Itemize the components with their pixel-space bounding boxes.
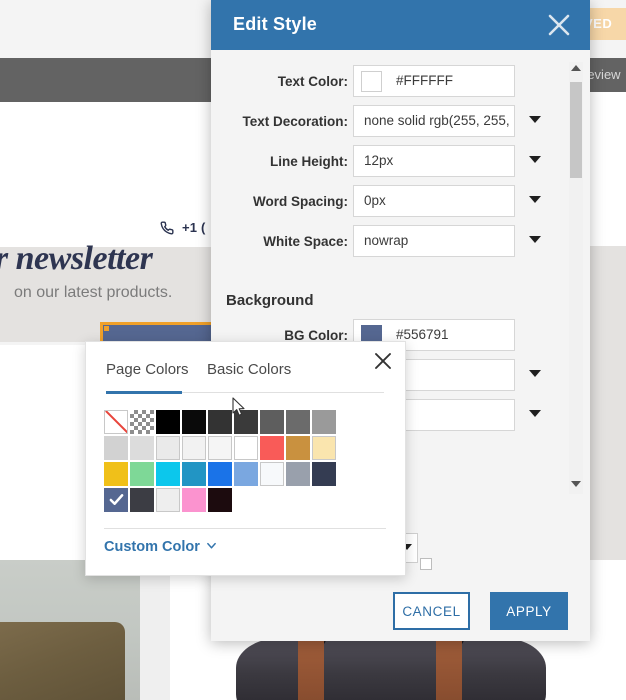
peek-checkbox[interactable] [420, 558, 432, 570]
chevron-down-icon [206, 539, 217, 555]
field-row-word-spacing: Word Spacing: 0px [211, 185, 590, 225]
custom-color-link[interactable]: Custom Color [104, 539, 217, 555]
chevron-down-icon[interactable] [529, 116, 541, 123]
swatch-white[interactable] [234, 436, 258, 460]
swatch-blue[interactable] [208, 462, 232, 486]
selection-handle[interactable] [104, 326, 109, 331]
dialog-scroll-thumb[interactable] [570, 82, 582, 178]
screen-root: +1 ( our newsletter on our latest produc… [0, 0, 626, 700]
chevron-down-icon[interactable] [529, 370, 541, 377]
dialog-scrollbar[interactable] [569, 62, 583, 494]
swatch-off-white[interactable] [260, 462, 284, 486]
swatch-light-blue[interactable] [234, 462, 258, 486]
field-value: 12px [364, 153, 394, 168]
field-value: 0px [364, 193, 386, 208]
swatch-green[interactable] [130, 462, 154, 486]
swatch-red[interactable] [260, 436, 284, 460]
scroll-down-icon[interactable] [571, 481, 581, 491]
chevron-down-icon[interactable] [529, 156, 541, 163]
swatch-slate-grey[interactable] [286, 462, 310, 486]
swatch-row [104, 410, 336, 434]
field-label: Text Color: [277, 74, 348, 89]
text-color-input[interactable]: #FFFFFF [353, 65, 515, 97]
product-photo-gap [140, 560, 170, 700]
close-icon[interactable] [546, 12, 572, 38]
swatch-dark-grey[interactable] [208, 410, 232, 434]
dialog-title: Edit Style [233, 14, 318, 34]
tab-page-colors[interactable]: Page Colors [106, 361, 189, 378]
field-label: Text Decoration: [242, 114, 348, 129]
word-spacing-select[interactable]: 0px [353, 185, 515, 217]
swatch-cream[interactable] [312, 436, 336, 460]
field-row-text-color: Text Color: #FFFFFF [211, 65, 590, 105]
swatch-teal-blue[interactable] [182, 462, 206, 486]
field-label: Line Height: [270, 154, 348, 169]
picker-divider [104, 528, 386, 529]
newsletter-heading: our newsletter [0, 240, 153, 277]
swatch-grid [104, 410, 336, 514]
swatch-charcoal[interactable] [130, 488, 154, 512]
field-value: none solid rgb(255, 255, [364, 113, 510, 128]
swatch-grey-550[interactable] [286, 410, 310, 434]
swatch-grey-90[interactable] [182, 436, 206, 460]
section-title-background: Background [226, 292, 314, 309]
text-decoration-select[interactable]: none solid rgb(255, 255, [353, 105, 515, 137]
chevron-down-icon[interactable] [529, 236, 541, 243]
tab-active-indicator [106, 391, 182, 394]
swatch-grey-70[interactable] [208, 436, 232, 460]
bag-body [236, 638, 546, 700]
swatch-navy[interactable] [312, 462, 336, 486]
chevron-down-icon[interactable] [529, 410, 541, 417]
dialog-footer: CANCEL APPLY [211, 583, 590, 641]
swatch-grey-180[interactable] [130, 436, 154, 460]
scroll-up-icon[interactable] [571, 65, 581, 75]
check-icon [108, 491, 125, 513]
swatch-page-blue-selected[interactable] [104, 488, 128, 512]
field-row-line-height: Line Height: 12px [211, 145, 590, 185]
tab-basic-colors[interactable]: Basic Colors [207, 361, 291, 378]
field-label: White Space: [263, 234, 348, 249]
swatch-dark-grey-2[interactable] [234, 410, 258, 434]
swatch-bronze[interactable] [286, 436, 310, 460]
field-row-white-space: White Space: nowrap [211, 225, 590, 265]
white-space-select[interactable]: nowrap [353, 225, 515, 257]
swatch-grey-400[interactable] [312, 410, 336, 434]
chevron-down-icon[interactable] [529, 196, 541, 203]
swatch-transparent[interactable] [130, 410, 154, 434]
product-photo-left [0, 560, 140, 700]
site-phone-block: +1 ( [160, 220, 206, 235]
swatch-cyan[interactable] [156, 462, 180, 486]
text-color-swatch[interactable] [361, 71, 382, 92]
field-value: #FFFFFF [396, 73, 453, 88]
custom-color-label: Custom Color [104, 539, 200, 555]
swatch-grey-120[interactable] [156, 436, 180, 460]
field-value: nowrap [364, 233, 409, 248]
line-height-select[interactable]: 12px [353, 145, 515, 177]
swatch-no-color[interactable] [104, 410, 128, 434]
phone-icon [160, 220, 174, 235]
cancel-button[interactable]: CANCEL [393, 592, 470, 630]
swatch-near-black[interactable] [182, 410, 206, 434]
site-phone-number: +1 ( [182, 220, 206, 235]
field-row-text-decoration: Text Decoration: none solid rgb(255, 255… [211, 105, 590, 145]
picker-tabs: Page Colors Basic Colors [106, 361, 384, 391]
swatch-pink[interactable] [182, 488, 206, 512]
swatch-grey-200[interactable] [104, 436, 128, 460]
swatch-grey-600[interactable] [260, 410, 284, 434]
newsletter-subtext: on our latest products. [14, 284, 173, 301]
field-value: #556791 [396, 327, 449, 342]
apply-button[interactable]: APPLY [490, 592, 568, 630]
swatch-near-black-red[interactable] [208, 488, 232, 512]
dialog-header: Edit Style [211, 0, 590, 50]
swatch-light-grey[interactable] [156, 488, 180, 512]
swatch-black[interactable] [156, 410, 180, 434]
field-label: Word Spacing: [252, 194, 348, 209]
swatch-yellow[interactable] [104, 462, 128, 486]
